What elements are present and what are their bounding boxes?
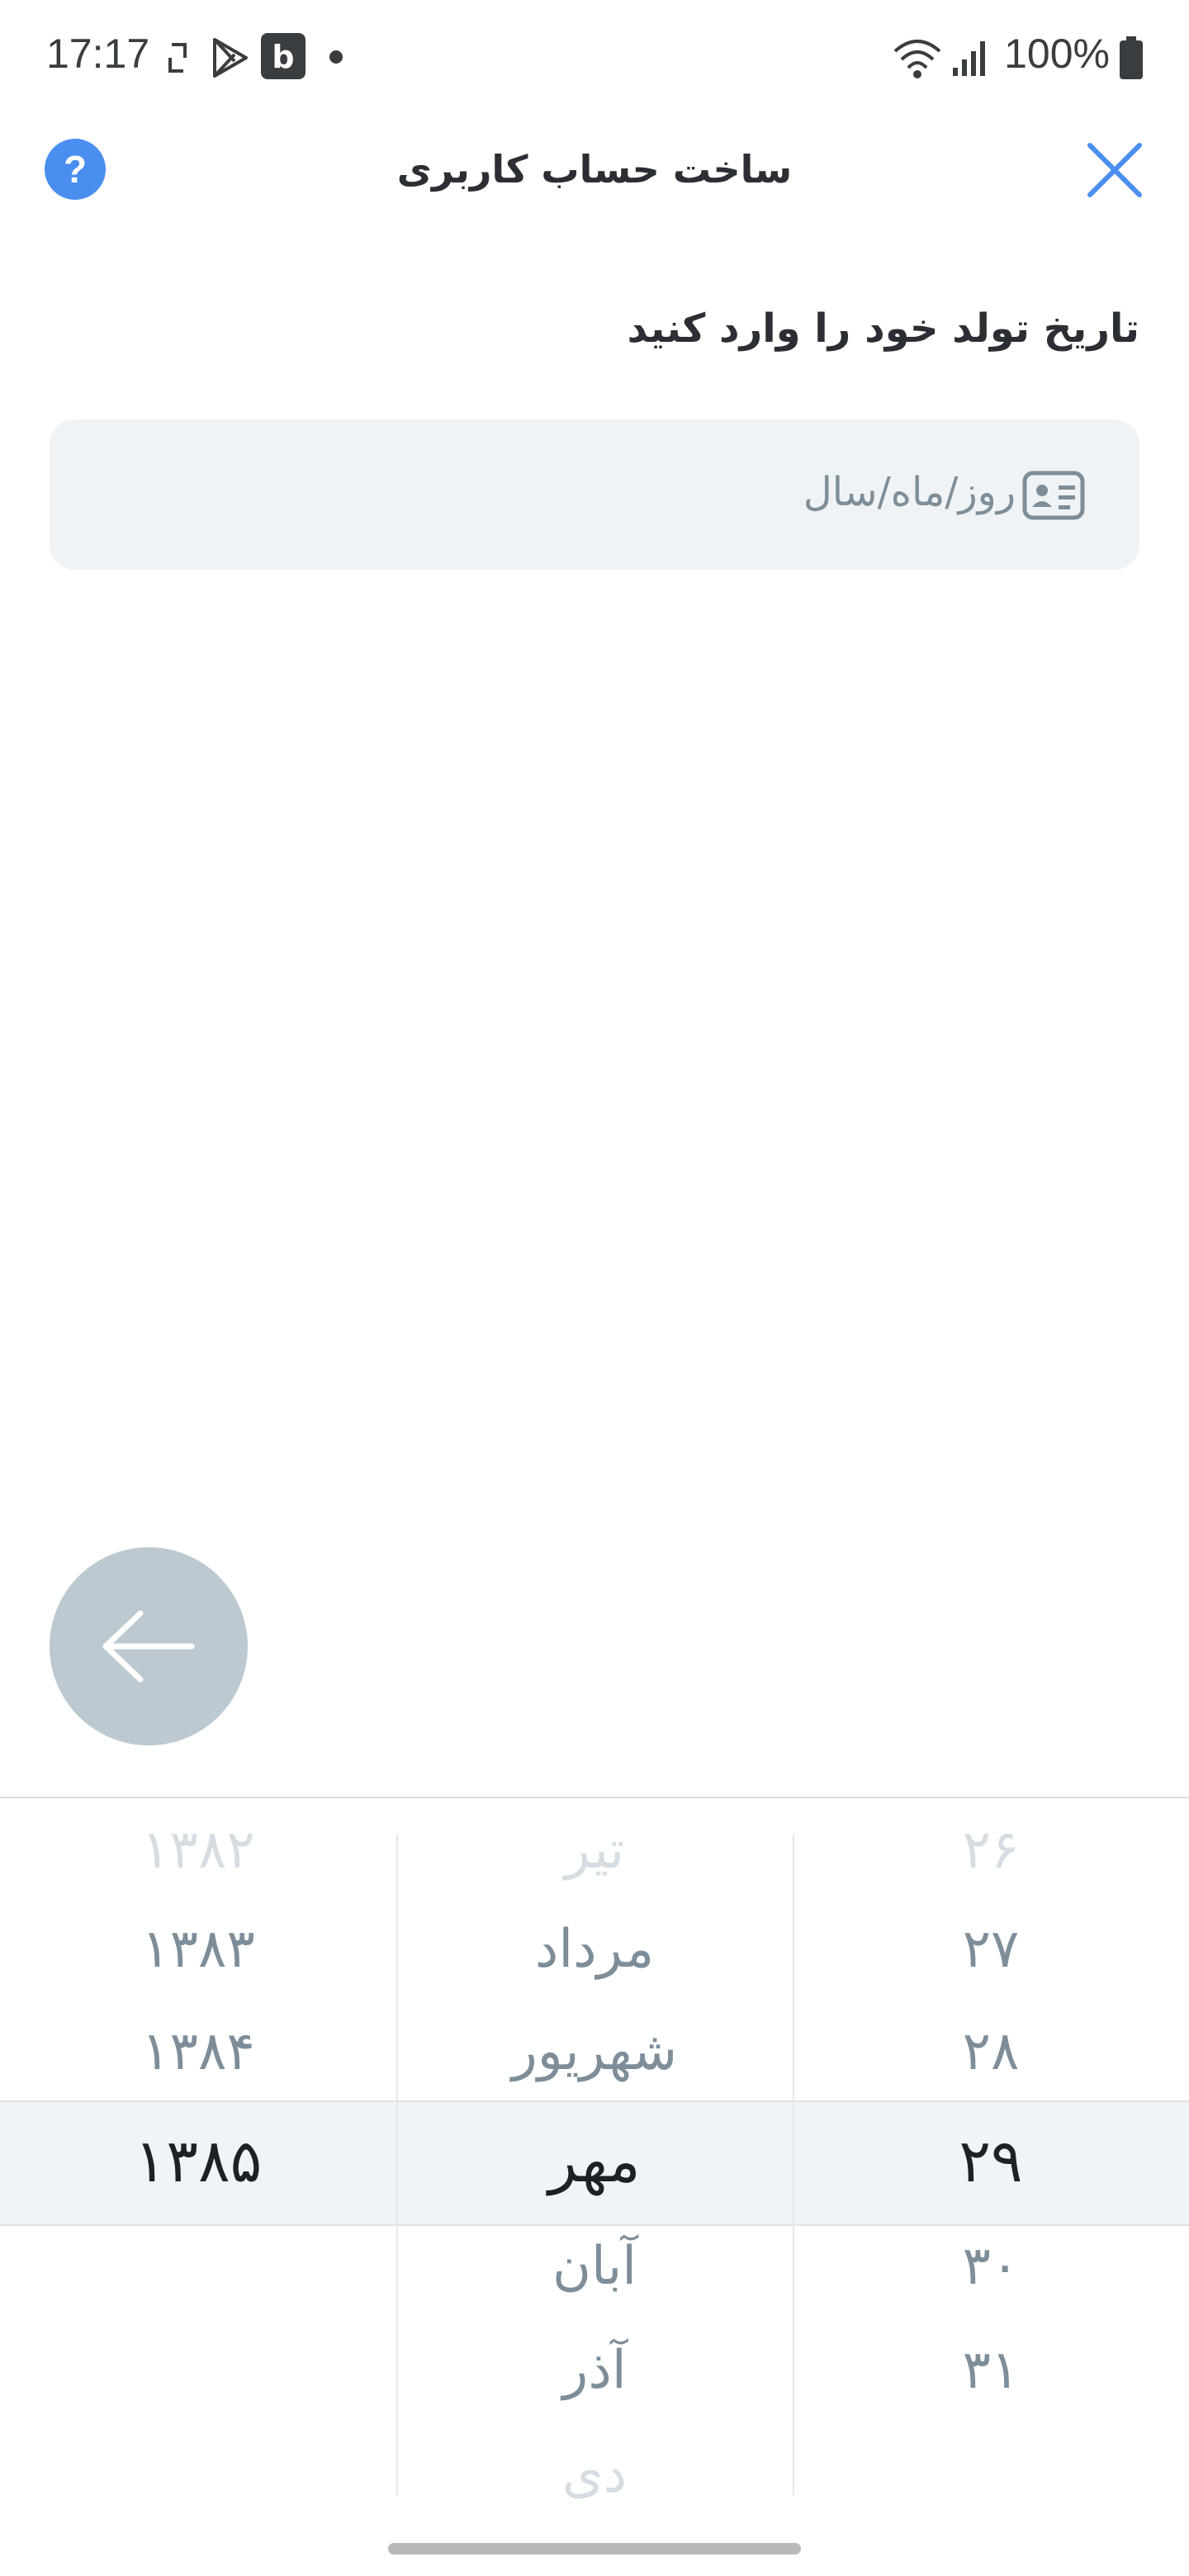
- status-time: 17:17: [46, 31, 150, 77]
- day-option-selected[interactable]: ۲۹: [793, 2109, 1189, 2213]
- year-option[interactable]: ۱۳۸۳: [0, 1897, 396, 2001]
- month-option[interactable]: شهریور: [396, 2000, 793, 2104]
- day-option[interactable]: ۳۱: [793, 2318, 1189, 2422]
- svg-text:b: b: [272, 39, 294, 75]
- close-icon[interactable]: [1082, 137, 1148, 203]
- month-option[interactable]: تیر: [396, 1798, 793, 1902]
- home-indicator[interactable]: [388, 2543, 801, 2555]
- birth-date-field[interactable]: روز/ماه/سال: [50, 419, 1139, 570]
- month-option[interactable]: آبان: [396, 2214, 793, 2318]
- year-option[interactable]: ۱۳۸۲: [0, 1798, 396, 1902]
- month-option[interactable]: آذر: [396, 2318, 793, 2422]
- battery-percentage: 100%: [1004, 31, 1110, 77]
- arrow-left-icon: [102, 1610, 195, 1683]
- app-b-icon: b: [261, 33, 306, 79]
- screen-rotate-icon: [168, 43, 187, 73]
- year-option-selected[interactable]: ۱۳۸۵: [0, 2109, 396, 2213]
- birth-date-question: تاریخ تولد خود را وارد کنید: [627, 305, 1139, 352]
- day-option[interactable]: ۲۸: [793, 2000, 1189, 2104]
- id-card-icon: [1022, 471, 1085, 520]
- day-option[interactable]: ۲۶: [793, 1798, 1189, 1902]
- next-button[interactable]: [50, 1547, 248, 1745]
- month-option-selected[interactable]: مهر: [396, 2109, 793, 2213]
- month-option[interactable]: دی: [396, 2422, 793, 2526]
- day-option[interactable]: ۳۰: [793, 2214, 1189, 2318]
- dot-icon: [329, 50, 343, 64]
- day-wheel[interactable]: ۲۶ ۲۷ ۲۸ ۲۹ ۳۰ ۳۱: [793, 1798, 1189, 2512]
- header: ? ساخت حساب کاربری: [0, 124, 1189, 223]
- month-wheel[interactable]: تیر مرداد شهریور مهر آبان آذر دی: [396, 1798, 793, 2512]
- signal-icon: [953, 41, 985, 76]
- year-wheel[interactable]: ۱۳۸۲ ۱۳۸۳ ۱۳۸۴ ۱۳۸۵: [0, 1798, 396, 2512]
- date-picker: ۱۳۸۲ ۱۳۸۳ ۱۳۸۴ ۱۳۸۵ تیر مرداد شهریور مهر…: [0, 1797, 1189, 2512]
- status-bar: 17:17 b 100%: [0, 0, 1189, 116]
- month-option[interactable]: مرداد: [396, 1897, 793, 2001]
- play-store-icon: [213, 38, 248, 78]
- year-option[interactable]: ۱۳۸۴: [0, 2000, 396, 2104]
- date-placeholder: روز/ماه/سال: [803, 469, 1016, 515]
- day-option[interactable]: ۲۷: [793, 1897, 1189, 2001]
- wifi-icon: [893, 40, 941, 78]
- page-title: ساخت حساب کاربری: [396, 147, 793, 192]
- battery-icon: [1120, 36, 1143, 79]
